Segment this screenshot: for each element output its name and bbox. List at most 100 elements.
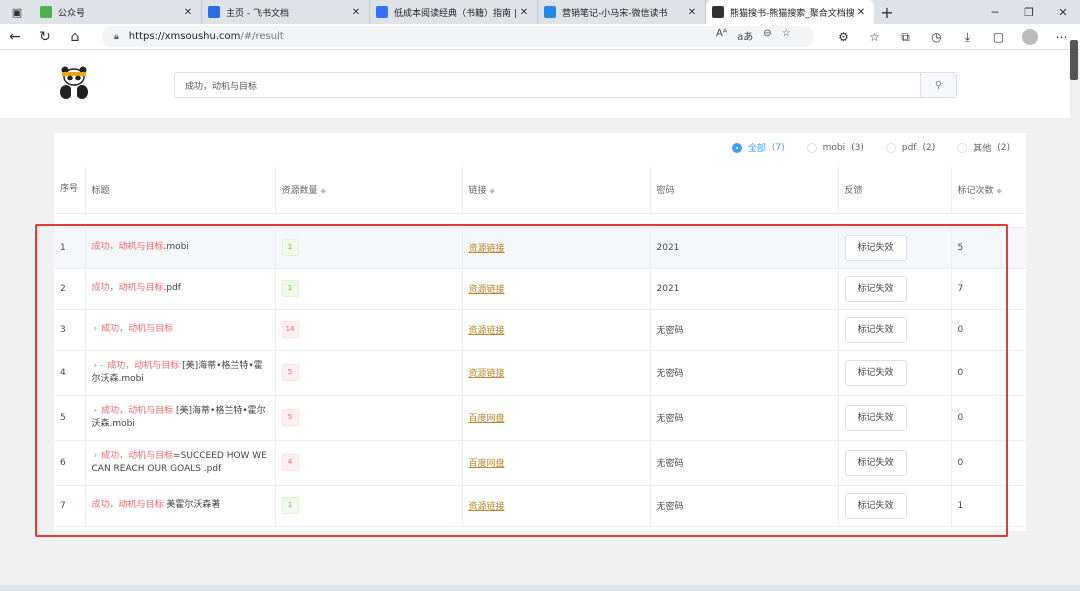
home-icon[interactable]: ⌂ bbox=[60, 24, 90, 50]
browser-tab-3[interactable]: 营销笔记-小马宋-微信读书 ✕ bbox=[538, 0, 706, 24]
table-row: 7 成功，动机与目标 美霍尔沃森著 1 资源链接 无密码 标记失效 1 bbox=[54, 485, 1026, 527]
sort-icon[interactable]: ◆ bbox=[997, 187, 1002, 195]
profile-avatar[interactable] bbox=[1022, 29, 1038, 45]
cell-marks: 0 bbox=[951, 309, 1026, 351]
resource-count-badge: 5 bbox=[281, 409, 299, 426]
browser-tab-0[interactable]: 公众号 ✕ bbox=[34, 0, 202, 24]
read-aloud-icon[interactable]: Aᴬ bbox=[716, 28, 727, 43]
sort-icon[interactable]: ◆ bbox=[321, 187, 326, 195]
resource-link[interactable]: 资源链接 bbox=[469, 285, 505, 295]
table-row: 5 › 成功，动机与目标 [美]海蒂•格兰特•霍尔沃森.mobi 5 百度网盘 无密码 标记… bbox=[54, 395, 1026, 441]
resource-count-badge: 4 bbox=[281, 454, 299, 471]
cell-resources: 1 bbox=[275, 268, 463, 310]
mark-invalid-button[interactable]: 标记失效 bbox=[844, 275, 907, 302]
table-row: 3 › 成功，动机与目标 14 资源链接 无密码 标记失效 0 bbox=[54, 309, 1026, 351]
col-header-resources[interactable]: 资源数量 ◆ bbox=[275, 167, 463, 214]
expand-chevron-icon[interactable]: › - bbox=[94, 361, 104, 371]
title-highlight: 成功，动机与目标 bbox=[91, 242, 164, 252]
mark-invalid-button[interactable]: 标记失效 bbox=[844, 234, 907, 261]
resource-count-badge: 1 bbox=[281, 239, 299, 256]
filter-mobi[interactable]: mobi (3) bbox=[806, 141, 864, 154]
filter-count: (2) bbox=[997, 142, 1010, 153]
url-field[interactable]: 🔒︎ https://xmsoushu.com/#/result bbox=[102, 26, 814, 47]
close-tab-icon[interactable]: ✕ bbox=[854, 7, 868, 18]
translate-icon[interactable]: aあ bbox=[737, 28, 753, 43]
filter-count: (7) bbox=[771, 142, 785, 153]
back-icon[interactable]: ← bbox=[0, 24, 30, 50]
title-highlight: 成功，动机与目标 bbox=[91, 500, 164, 510]
mark-invalid-button[interactable]: 标记失效 bbox=[844, 359, 907, 386]
cell-index: 5 bbox=[54, 395, 86, 441]
minimize-icon[interactable]: ─ bbox=[978, 0, 1012, 24]
resource-link[interactable]: 资源链接 bbox=[469, 369, 505, 379]
cell-password: 无密码 bbox=[650, 395, 839, 441]
cell-title: › - 成功，动机与目标 [美]海蒂•格兰特•霍尔沃森.mobi bbox=[85, 350, 276, 396]
col-header-marks[interactable]: 标记次数 ◆ bbox=[951, 167, 1026, 214]
title-highlight: 成功，动机与目标 bbox=[107, 360, 180, 371]
favorite-add-icon[interactable]: ☆ bbox=[782, 28, 791, 43]
expand-chevron-icon[interactable]: › bbox=[94, 406, 98, 416]
browser-tab-4-active[interactable]: 熊猫搜书-熊猫搜索_聚合文档搜索 ✕ bbox=[706, 0, 874, 24]
resource-link[interactable]: 百度网盘 bbox=[469, 414, 505, 424]
mark-invalid-button[interactable]: 标记失效 bbox=[844, 316, 907, 343]
collections-icon[interactable]: ⧉ bbox=[890, 27, 921, 47]
taskbar-strip bbox=[0, 585, 1080, 591]
history-icon[interactable]: ◷ bbox=[921, 27, 952, 47]
col-header-link[interactable]: 链接 ◆ bbox=[462, 167, 651, 214]
scrollbar[interactable] bbox=[1070, 40, 1078, 80]
expand-chevron-icon[interactable]: › bbox=[94, 324, 98, 334]
title-highlight: 成功，动机与目标 bbox=[91, 283, 164, 293]
filter-other[interactable]: 其他 (2) bbox=[957, 141, 1010, 154]
filter-label: 全部 bbox=[747, 144, 766, 154]
cell-feedback: 标记失效 bbox=[838, 350, 952, 396]
table-row: 6 › 成功，动机与目标=SUCCEED HOW WE CAN REACH OUR … bbox=[54, 440, 1026, 486]
cell-resources: 5 bbox=[275, 350, 463, 396]
cell-index: 3 bbox=[54, 309, 86, 351]
cell-resources: 4 bbox=[275, 440, 463, 486]
mark-invalid-button[interactable]: 标记失效 bbox=[844, 492, 907, 519]
header-label: 标记次数 bbox=[957, 186, 994, 197]
table-header-row: 序号 标题 资源数量 ◆ 链接 ◆ 密码 反馈 标记次数 ◆ bbox=[54, 167, 1026, 214]
downloads-icon[interactable]: ⤓ bbox=[952, 27, 983, 47]
window-controls: ─ ❐ ✕ bbox=[978, 0, 1080, 24]
browser-tab-1[interactable]: 主页 - 飞书文档 ✕ bbox=[202, 0, 370, 24]
resource-link[interactable]: 资源链接 bbox=[469, 502, 505, 512]
resource-link[interactable]: 资源链接 bbox=[469, 244, 505, 254]
mark-invalid-button[interactable]: 标记失效 bbox=[844, 449, 907, 476]
resource-count-badge: 5 bbox=[281, 364, 299, 381]
screenshot-icon[interactable]: ▢ bbox=[983, 27, 1014, 47]
mark-invalid-button[interactable]: 标记失效 bbox=[844, 404, 907, 431]
sort-icon[interactable]: ◆ bbox=[490, 187, 495, 195]
cell-link: 百度网盘 bbox=[462, 395, 651, 441]
refresh-icon[interactable]: ↻ bbox=[30, 24, 60, 50]
radio-icon bbox=[957, 142, 968, 153]
close-tab-icon[interactable]: ✕ bbox=[181, 7, 195, 18]
favorites-icon[interactable]: ☆ bbox=[859, 27, 890, 47]
search-button[interactable]: ⚲ bbox=[920, 73, 956, 97]
search-input[interactable] bbox=[175, 73, 915, 97]
filter-pdf[interactable]: pdf (2) bbox=[885, 141, 935, 154]
browser-tab-2[interactable]: 低成本阅读经典（书籍）指南 | 飞 ✕ bbox=[370, 0, 538, 24]
window-menu-icon[interactable]: ▣ bbox=[0, 0, 34, 24]
cell-link: 资源链接 bbox=[462, 268, 651, 310]
filter-all[interactable]: 全部 (7) bbox=[731, 141, 785, 154]
panda-favicon-icon bbox=[712, 6, 724, 18]
cell-marks: 0 bbox=[951, 440, 1026, 486]
close-tab-icon[interactable]: ✕ bbox=[517, 7, 531, 18]
cell-password: 2021 bbox=[650, 227, 839, 269]
close-tab-icon[interactable]: ✕ bbox=[349, 7, 363, 18]
panda-logo-icon[interactable] bbox=[56, 66, 92, 100]
extensions-icon[interactable]: ⚙ bbox=[828, 27, 859, 47]
zoom-icon[interactable]: ⊖ bbox=[763, 28, 771, 43]
filter-label: 其他 bbox=[973, 144, 992, 154]
maximize-icon[interactable]: ❐ bbox=[1012, 0, 1046, 24]
expand-chevron-icon[interactable]: › bbox=[94, 451, 98, 461]
new-tab-button[interactable]: + bbox=[874, 3, 900, 22]
close-tab-icon[interactable]: ✕ bbox=[685, 7, 699, 18]
close-window-icon[interactable]: ✕ bbox=[1046, 0, 1080, 24]
cell-resources: 5 bbox=[275, 395, 463, 441]
resource-link[interactable]: 百度网盘 bbox=[469, 459, 505, 469]
resource-link[interactable]: 资源链接 bbox=[469, 326, 505, 336]
cell-index: 2 bbox=[54, 268, 86, 310]
radio-icon bbox=[885, 142, 896, 153]
